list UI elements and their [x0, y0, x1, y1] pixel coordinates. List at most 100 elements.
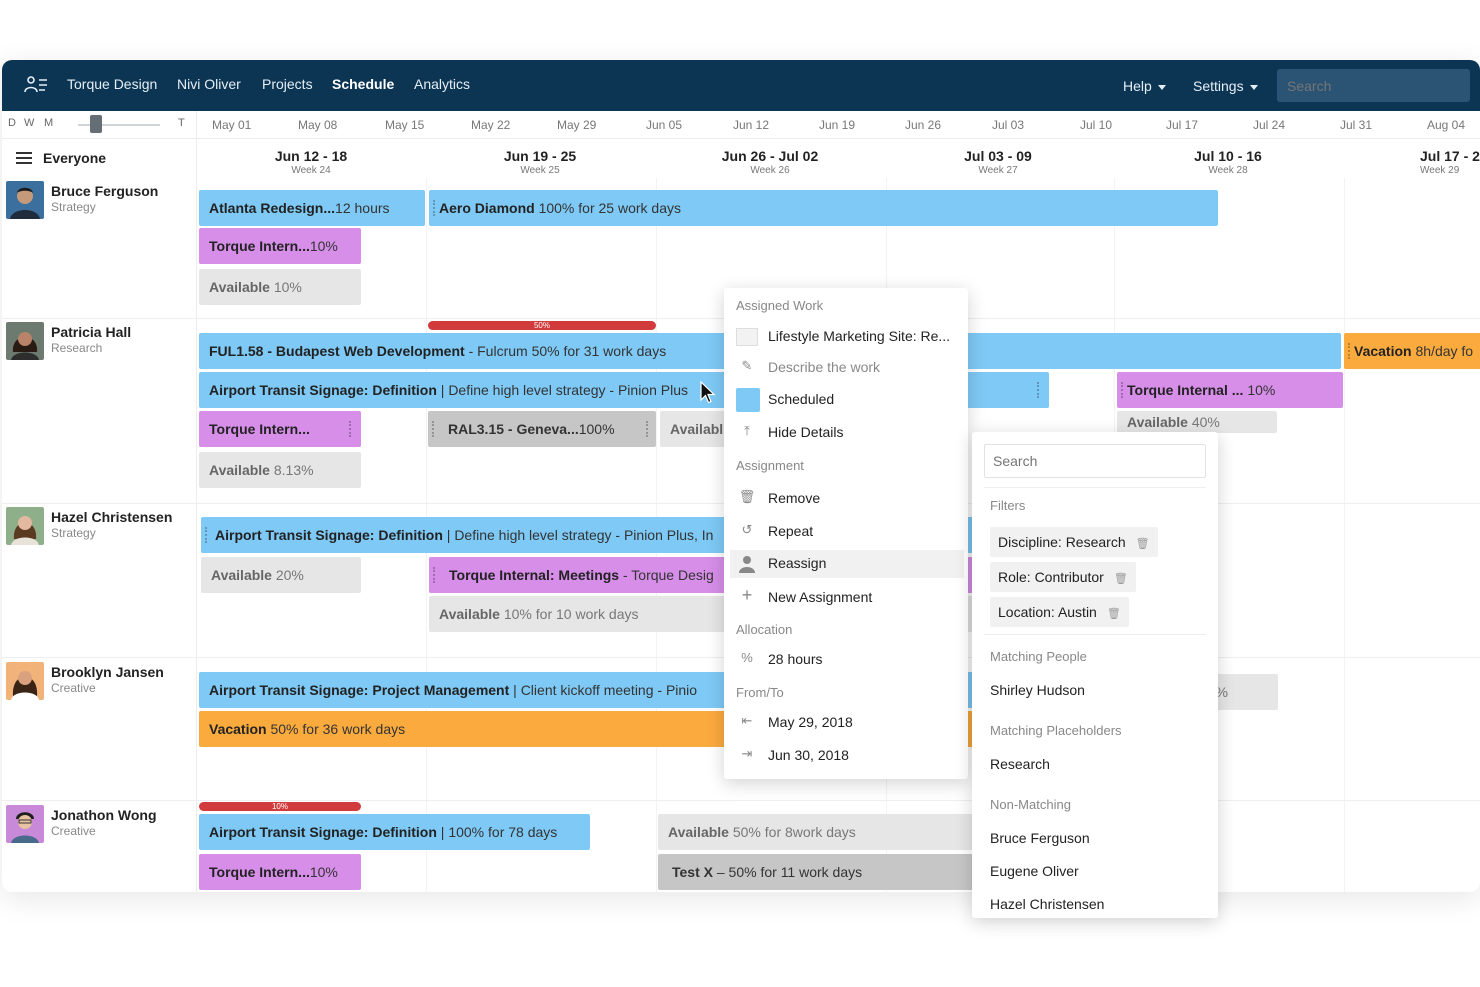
people-icon[interactable] — [24, 75, 48, 95]
caret-down-icon — [1157, 84, 1166, 90]
drag-handle[interactable] — [1037, 382, 1041, 398]
trash-icon[interactable]: 🗑 — [1107, 599, 1121, 629]
drag-handle[interactable] — [433, 567, 437, 583]
column-divider — [196, 111, 197, 892]
non-matching-person[interactable]: Hazel Christensen — [990, 896, 1104, 912]
filter-chip[interactable]: Discipline: Research 🗑 — [990, 527, 1158, 557]
bar-detail: - Torque Desig — [622, 567, 714, 583]
filter-chip[interactable]: Role: Contributor 🗑 — [990, 562, 1136, 592]
section-assigned-work: Assigned Work — [736, 298, 824, 313]
zoom-slider-handle[interactable] — [90, 115, 102, 133]
drag-handle[interactable] — [1348, 343, 1352, 359]
person-name: Patricia Hall — [51, 324, 132, 340]
remove-label: Remove — [768, 490, 821, 506]
nav-torque-design[interactable]: Torque Design — [67, 76, 157, 92]
repeat-button[interactable]: ↺ Repeat — [736, 518, 964, 546]
nav-schedule[interactable]: Schedule — [332, 76, 394, 92]
bar-title: Torque Internal: Meetings — [449, 567, 620, 583]
assignment-bar[interactable]: Test X – 50% for 11 work days — [658, 854, 974, 890]
week-header: Jul 03 - 09 Week 27 — [933, 148, 1063, 176]
month-tick: Jul 10 — [1080, 118, 1113, 132]
drag-handle[interactable] — [433, 200, 437, 216]
availability-bar[interactable]: Available 50% for 8work days — [658, 814, 974, 850]
availability-bar[interactable]: Available 20% — [201, 557, 361, 593]
global-search-input[interactable] — [1277, 69, 1470, 102]
bar-title: RAL3.15 - Geneva... — [448, 421, 579, 437]
avatar — [6, 181, 44, 219]
assignment-bar[interactable]: Airport Transit Signage: Definition | 10… — [199, 814, 590, 850]
caret-down-icon — [1249, 84, 1258, 90]
availability-bar[interactable]: Available 8.13% — [199, 452, 361, 488]
week-range: Jul 03 - 09 — [964, 148, 1032, 164]
settings-menu[interactable]: Settings — [1193, 78, 1258, 94]
non-matching-person[interactable]: Bruce Ferguson — [990, 830, 1090, 846]
availability-bar[interactable]: Availabl — [660, 411, 730, 447]
vacation-bar[interactable]: Vacation 8h/day fo — [1344, 333, 1480, 369]
zoom-month[interactable]: M — [44, 117, 53, 129]
section-matching-placeholders: Matching Placeholders — [990, 723, 1122, 738]
from-date-field[interactable]: ⇤ May 29, 2018 — [736, 709, 964, 737]
week-header: Jul 17 - 2 Week 29 — [1390, 148, 1480, 176]
assignment-context-menu: Assigned Work Lifestyle Marketing Site: … — [724, 288, 968, 779]
nav-nivi-oliver[interactable]: Nivi Oliver — [177, 76, 241, 92]
drag-handle[interactable] — [646, 421, 650, 437]
month-tick: Jun 12 — [733, 118, 770, 132]
bar-title: Airport Transit Signage: Definition — [209, 824, 437, 840]
assignment-bar[interactable]: Atlanta Redesign...12 hours — [199, 190, 425, 226]
week-number: Week 28 — [1208, 165, 1248, 176]
week-header: Jun 26 - Jul 02 Week 26 — [705, 148, 835, 176]
project-selector[interactable]: Lifestyle Marketing Site: Re... — [736, 323, 964, 351]
filter-chip[interactable]: Location: Austin 🗑 — [990, 597, 1129, 627]
drag-handle[interactable] — [205, 527, 209, 543]
divider — [984, 487, 1206, 488]
zoom-today[interactable]: T — [178, 117, 185, 129]
zoom-week[interactable]: W — [24, 117, 34, 129]
allocation-field[interactable]: % 28 hours — [736, 646, 964, 674]
person-role: Strategy — [51, 526, 96, 540]
non-matching-person[interactable]: Eugene Oliver — [990, 863, 1079, 879]
assignment-bar[interactable]: Torque Intern...10% — [199, 228, 361, 264]
week-range: Jul 10 - 16 — [1194, 148, 1262, 164]
drag-handle[interactable] — [349, 421, 353, 437]
people-filter-label[interactable]: Everyone — [43, 150, 106, 166]
bar-detail: 12 hours — [335, 200, 390, 216]
bar-title: Available — [1127, 414, 1188, 430]
trash-icon[interactable]: 🗑 — [1136, 529, 1150, 559]
nav-projects[interactable]: Projects — [262, 76, 313, 92]
zoom-day[interactable]: D — [8, 117, 16, 129]
describe-work-field[interactable]: ✎ Describe the work — [736, 354, 964, 382]
repeat-label: Repeat — [768, 523, 814, 539]
describe-work-placeholder: Describe the work — [768, 359, 881, 375]
drag-handle[interactable] — [1121, 382, 1125, 398]
assignment-bar[interactable]: Torque Intern...10% — [199, 854, 361, 890]
person-icon — [739, 556, 755, 573]
assignment-bar[interactable]: Torque Intern... — [199, 411, 361, 447]
avatar — [6, 662, 44, 700]
project-swatch-icon — [736, 328, 758, 346]
bar-detail: 10% — [309, 864, 338, 880]
remove-button[interactable]: 🗑 Remove — [736, 485, 964, 513]
week-number: Week 29 — [1420, 165, 1460, 176]
trash-icon[interactable]: 🗑 — [1114, 564, 1128, 594]
bar-detail: | 100% for 78 days — [440, 824, 558, 840]
hide-details-button[interactable]: ⤒ Hide Details — [736, 419, 964, 447]
reassign-search-input[interactable] — [984, 444, 1206, 478]
bar-title: Available — [668, 824, 729, 840]
collapse-up-icon: ⤒ — [744, 423, 750, 438]
nav-analytics[interactable]: Analytics — [414, 76, 470, 92]
status-scheduled[interactable]: Scheduled — [736, 386, 964, 414]
availability-bar[interactable]: Available 40% — [1117, 411, 1277, 433]
menu-icon[interactable] — [16, 152, 32, 164]
matching-placeholder[interactable]: Research — [990, 756, 1050, 772]
drag-handle[interactable] — [432, 421, 436, 437]
availability-bar[interactable]: Available 10% — [199, 269, 361, 305]
reassign-button[interactable]: Reassign — [730, 550, 964, 578]
assignment-bar[interactable]: Torque Internal ... 10% — [1117, 372, 1343, 408]
matching-person[interactable]: Shirley Hudson — [990, 682, 1085, 698]
to-date-field[interactable]: ⇥ Jun 30, 2018 — [736, 742, 964, 770]
new-assignment-button[interactable]: + New Assignment — [736, 584, 964, 612]
section-assignment: Assignment — [736, 458, 804, 473]
assignment-bar[interactable]: RAL3.15 - Geneva...100% — [428, 411, 656, 447]
assignment-bar[interactable]: Aero Diamond 100% for 25 work days — [429, 190, 1218, 226]
help-menu[interactable]: Help — [1123, 78, 1166, 94]
